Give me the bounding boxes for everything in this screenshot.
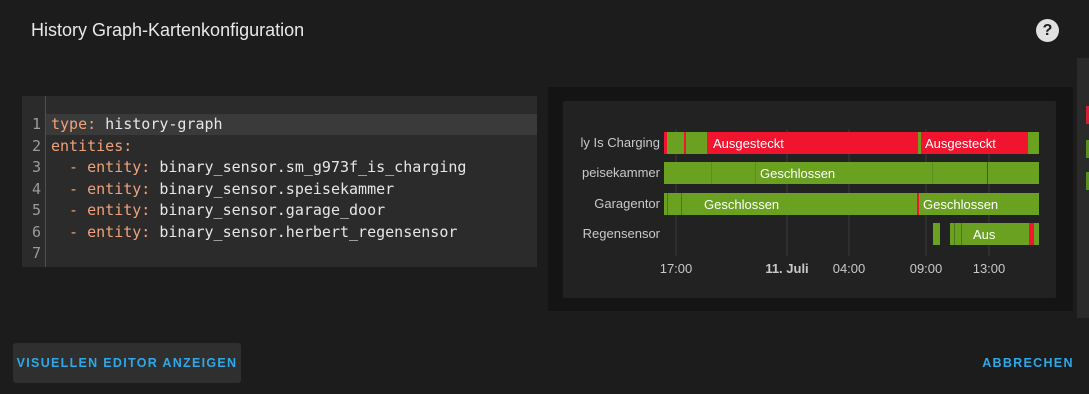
yaml-value: binary_sensor.herbert_regensensor (150, 222, 458, 241)
yaml-value: history-graph (96, 115, 223, 133)
timeline-segment (755, 162, 756, 184)
timeline-segment (684, 132, 686, 154)
timeline-segment (918, 132, 921, 154)
timeline-segment (933, 162, 987, 184)
code-text: type: history-graph (51, 114, 223, 135)
segment-label: Geschlossen (704, 197, 779, 212)
timeline-segment (664, 193, 667, 215)
yaml-code-editor[interactable]: 1 type: history-graph 2 entities: 3 - entity… (22, 96, 537, 267)
yaml-key: entities: (51, 136, 133, 155)
timeline-segment (955, 223, 961, 245)
yaml-key: - entity: (51, 222, 151, 241)
row-label: peisekammer (582, 165, 661, 180)
line-number: 2 (31, 136, 41, 155)
yaml-value: binary_sensor.speisekammer (150, 179, 395, 198)
line-number: 7 (31, 244, 41, 262)
timeline-segment (954, 223, 955, 245)
timeline-segment (988, 162, 1039, 184)
timeline-segment (933, 223, 940, 245)
timeline-segment (664, 132, 667, 154)
x-tick-label: 11. Juli (765, 261, 808, 276)
timeline-segment (961, 223, 962, 245)
timeline-segment (667, 132, 684, 154)
row-label: Garagentor (594, 196, 660, 211)
timeline-segment (932, 162, 933, 184)
code-text: entities: (51, 136, 132, 157)
timeline-segment (987, 162, 988, 184)
line-number: 4 (31, 179, 41, 198)
row-label: Regensensor (583, 226, 661, 241)
line-number: 3 (31, 158, 41, 176)
line-number: 5 (31, 201, 41, 219)
timeline-segment (668, 193, 681, 215)
segment-label: Aus (973, 227, 996, 242)
x-tick-label: 09:00 (910, 261, 943, 276)
yaml-key: - entity: (51, 179, 151, 198)
timeline-segment (1034, 223, 1039, 245)
timeline-segment (711, 162, 712, 184)
x-tick-label: 13:00 (973, 261, 1006, 276)
yaml-key: - entity: (51, 201, 151, 219)
timeline-segment (1029, 223, 1034, 245)
segment-label: Geschlossen (760, 166, 835, 181)
code-text: - entity: binary_sensor.garage_door (51, 200, 385, 221)
yaml-key: type: (51, 115, 97, 133)
timeline-segment (712, 162, 755, 184)
yaml-key: - entity: (51, 158, 151, 176)
timeline-segment (667, 193, 668, 215)
row-label: ly Is Charging (581, 135, 660, 150)
timeline-segment (664, 162, 711, 184)
timeline-segment (686, 132, 707, 154)
cancel-button[interactable]: ABBRECHEN (976, 343, 1080, 383)
line-number: 6 (31, 222, 41, 241)
history-timeline-chart: ly Is Charging Ausgesteckt Ausgesteckt peis… (581, 129, 1039, 276)
line-number: 1 (31, 115, 41, 133)
timeline-segment (1028, 132, 1039, 154)
segment-label: Geschlossen (923, 197, 998, 212)
timeline-segment (917, 193, 919, 215)
x-tick-label: 04:00 (833, 261, 866, 276)
help-icon[interactable]: ? (1036, 19, 1059, 42)
card-config-dialog: History Graph-Kartenkonfiguration ? 1 typ… (0, 0, 1089, 394)
code-text: - entity: binary_sensor.herbert_regensen… (51, 222, 457, 243)
x-tick-label: 17:00 (660, 261, 693, 276)
code-text: - entity: binary_sensor.sm_g973f_is_char… (51, 157, 466, 178)
segment-label: Ausgesteckt (713, 136, 784, 151)
show-visual-editor-button[interactable]: VISUELLEN EDITOR ANZEIGEN (13, 343, 241, 383)
segment-label: Ausgesteckt (925, 136, 996, 151)
code-text: - entity: binary_sensor.speisekammer (51, 179, 394, 200)
timeline-segment (681, 193, 682, 215)
yaml-value: binary_sensor.garage_door (150, 201, 386, 219)
timeline-segment (950, 223, 954, 245)
dialog-title: History Graph-Kartenkonfiguration (31, 20, 305, 40)
timeline-segment (682, 193, 700, 215)
yaml-value: binary_sensor.sm_g973f_is_charging (150, 158, 467, 176)
